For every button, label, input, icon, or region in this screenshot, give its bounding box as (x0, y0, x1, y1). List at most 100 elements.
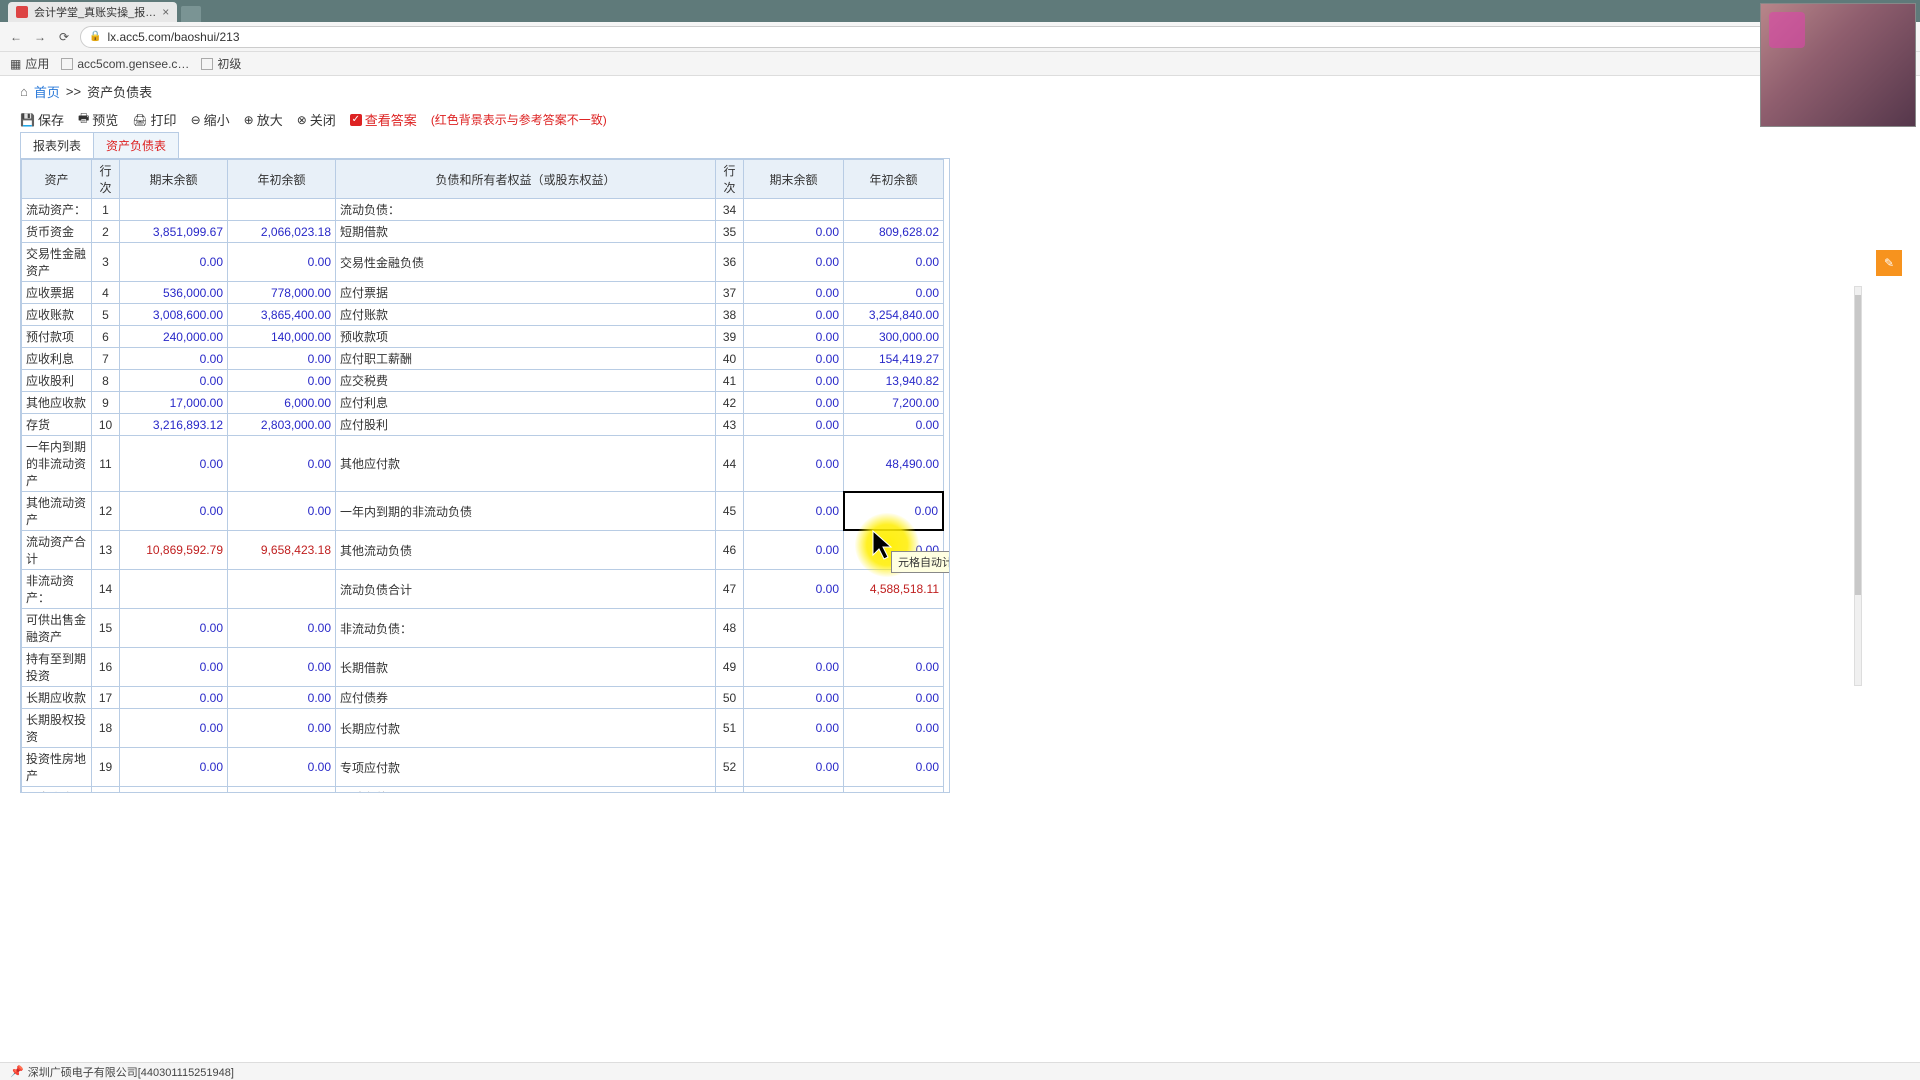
begin-balance-cell[interactable]: 13,940.82 (844, 370, 944, 392)
begin-balance-cell[interactable]: 154,419.27 (844, 348, 944, 370)
begin-balance-cell[interactable]: 7,200.00 (844, 392, 944, 414)
begin-balance-cell[interactable]: 0.00 (844, 243, 944, 282)
end-balance-cell[interactable] (120, 570, 228, 609)
end-balance-cell[interactable]: 0.00 (120, 648, 228, 687)
end-balance-cell[interactable]: 240,000.00 (120, 326, 228, 348)
end-balance-cell[interactable]: 0.00 (744, 787, 844, 794)
end-balance-cell[interactable]: 0.00 (744, 414, 844, 436)
tab-report-list[interactable]: 报表列表 (21, 133, 94, 158)
begin-balance-cell[interactable]: 0.00 (228, 370, 336, 392)
apps-button[interactable]: ▦ 应用 (10, 55, 49, 72)
reload-button[interactable]: ⟳ (56, 29, 72, 45)
begin-balance-cell[interactable] (228, 570, 336, 609)
begin-balance-cell[interactable]: 0.00 (844, 709, 944, 748)
save-button[interactable]: 💾保存 (20, 110, 64, 129)
begin-balance-cell[interactable]: 0.00 (844, 282, 944, 304)
page-scrollbar[interactable] (1854, 286, 1862, 686)
end-balance-cell[interactable]: 0.00 (744, 392, 844, 414)
end-balance-cell[interactable]: 0.00 (744, 326, 844, 348)
begin-balance-cell[interactable]: 809,628.02 (844, 221, 944, 243)
begin-balance-cell[interactable] (844, 199, 944, 221)
bookmark-item[interactable]: acc5com.gensee.c… (61, 57, 189, 71)
begin-balance-cell[interactable]: 0.00 (844, 787, 944, 794)
end-balance-cell[interactable] (744, 609, 844, 648)
begin-balance-cell[interactable]: 0.00 (844, 687, 944, 709)
begin-balance-cell[interactable]: 3,254,840.00 (844, 304, 944, 326)
end-balance-cell[interactable]: 0.00 (744, 531, 844, 570)
begin-balance-cell[interactable]: 0.00 (228, 648, 336, 687)
end-balance-cell[interactable]: 10,869,592.79 (120, 531, 228, 570)
browser-tab[interactable]: 会计学堂_真账实操_报… × (8, 2, 177, 22)
end-balance-cell[interactable]: 0.00 (120, 348, 228, 370)
begin-balance-cell[interactable]: 0.00 (228, 436, 336, 492)
end-balance-cell[interactable] (744, 199, 844, 221)
end-balance-cell[interactable]: 3,216,893.12 (120, 414, 228, 436)
end-balance-cell[interactable]: 0.00 (744, 221, 844, 243)
begin-balance-cell[interactable]: 9,658,423.18 (228, 531, 336, 570)
end-balance-cell[interactable]: 0.00 (744, 348, 844, 370)
forward-button[interactable]: → (32, 29, 48, 45)
close-button[interactable]: ⊗关闭 (297, 110, 336, 129)
end-balance-cell[interactable]: 0.00 (120, 243, 228, 282)
sheet-scroll-area[interactable]: 资产 行次 期末余额 年初余额 负债和所有者权益（或股东权益） 行次 期末余额 … (20, 158, 950, 793)
begin-balance-cell[interactable]: 0.00 (844, 414, 944, 436)
begin-balance-cell[interactable]: 311,516.95 (228, 787, 336, 794)
zoom-out-button[interactable]: ⊖缩小 (191, 110, 230, 129)
begin-balance-cell[interactable]: 0.00 (228, 609, 336, 648)
end-balance-cell[interactable]: 0.00 (120, 748, 228, 787)
scrollbar-thumb[interactable] (1855, 295, 1861, 595)
end-balance-cell[interactable]: 0.00 (744, 436, 844, 492)
end-balance-cell[interactable]: 0.00 (744, 748, 844, 787)
end-balance-cell[interactable]: 0.00 (744, 709, 844, 748)
end-balance-cell[interactable]: 0.00 (120, 436, 228, 492)
back-button[interactable]: ← (8, 29, 24, 45)
end-balance-cell[interactable]: 3,008,600.00 (120, 304, 228, 326)
begin-balance-cell[interactable]: 48,490.00 (844, 436, 944, 492)
home-icon[interactable]: ⌂ (20, 84, 28, 99)
begin-balance-cell[interactable]: 0.00 (844, 748, 944, 787)
end-balance-cell[interactable]: 0.00 (744, 243, 844, 282)
end-balance-cell[interactable]: 0.00 (120, 492, 228, 531)
zoom-in-button[interactable]: ⊕放大 (244, 110, 283, 129)
end-balance-cell[interactable]: 0.00 (744, 687, 844, 709)
begin-balance-cell[interactable]: 4,588,518.11 (844, 570, 944, 609)
begin-balance-cell[interactable]: 0.00 (844, 648, 944, 687)
breadcrumb-home[interactable]: 首页 (34, 82, 60, 101)
end-balance-cell[interactable]: 0.00 (120, 370, 228, 392)
check-answer-toggle[interactable]: ✓ 查看答案 (350, 110, 417, 129)
begin-balance-cell[interactable]: 0.00 (228, 243, 336, 282)
close-icon[interactable]: × (162, 5, 169, 19)
begin-balance-cell[interactable]: 6,000.00 (228, 392, 336, 414)
end-balance-cell[interactable]: 0.00 (120, 687, 228, 709)
end-balance-cell[interactable]: 0.00 (120, 609, 228, 648)
video-overlay[interactable] (1760, 3, 1916, 127)
begin-balance-cell[interactable]: 3,865,400.00 (228, 304, 336, 326)
print-button[interactable]: 🖨打印 (132, 110, 176, 129)
preview-button[interactable]: 🖶预览 (78, 109, 118, 130)
begin-balance-cell[interactable]: 0.00 (228, 709, 336, 748)
end-balance-cell[interactable]: 3,851,099.67 (120, 221, 228, 243)
end-balance-cell[interactable]: 0.00 (744, 648, 844, 687)
begin-balance-cell[interactable]: 2,066,023.18 (228, 221, 336, 243)
begin-balance-cell[interactable]: 2,803,000.00 (228, 414, 336, 436)
begin-balance-cell[interactable]: 300,000.00 (844, 326, 944, 348)
end-balance-cell[interactable]: 0.00 (744, 570, 844, 609)
end-balance-cell[interactable]: 322,016.95 (120, 787, 228, 794)
url-bar[interactable]: 🔒 lx.acc5.com/baoshui/213 (80, 26, 1912, 48)
end-balance-cell[interactable]: 0.00 (744, 370, 844, 392)
begin-balance-cell[interactable]: 140,000.00 (228, 326, 336, 348)
end-balance-cell[interactable]: 0.00 (744, 304, 844, 326)
end-balance-cell[interactable]: 0.00 (744, 282, 844, 304)
begin-balance-cell[interactable]: 0.00 (228, 492, 336, 531)
begin-balance-cell[interactable] (844, 609, 944, 648)
end-balance-cell[interactable]: 536,000.00 (120, 282, 228, 304)
begin-balance-cell[interactable] (228, 199, 336, 221)
begin-balance-cell[interactable]: 0.00 (228, 348, 336, 370)
begin-balance-cell[interactable]: 0.00 (228, 687, 336, 709)
end-balance-cell[interactable]: 17,000.00 (120, 392, 228, 414)
begin-balance-cell[interactable]: 0.00 (844, 492, 944, 531)
begin-balance-cell[interactable]: 0.00 (228, 748, 336, 787)
selected-cell-input[interactable]: 0.00 (843, 491, 944, 531)
bookmark-item[interactable]: 初级 (201, 55, 241, 72)
new-tab-button[interactable] (181, 6, 201, 22)
